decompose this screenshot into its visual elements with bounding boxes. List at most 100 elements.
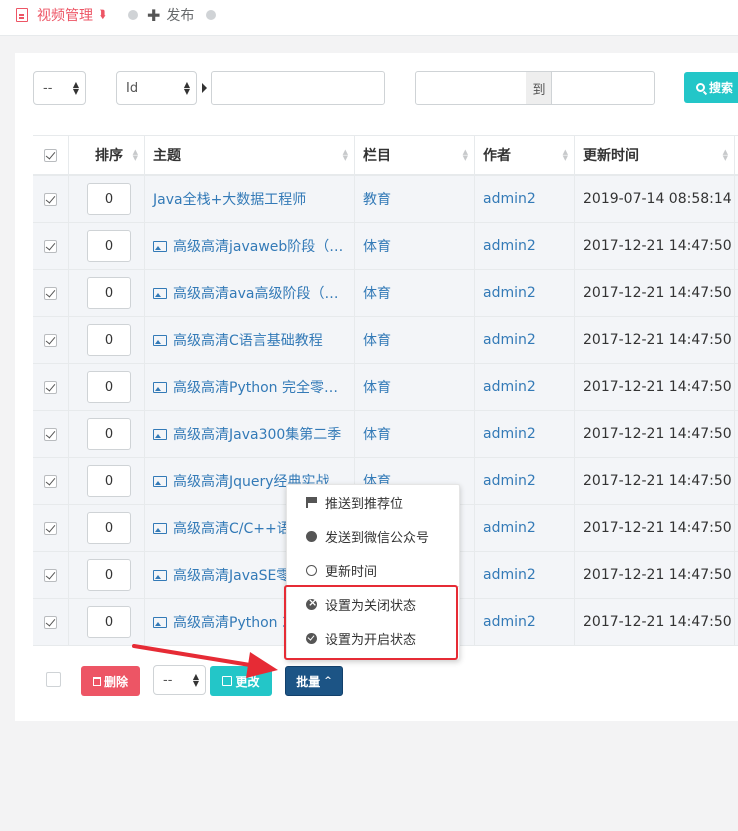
sort-order-input[interactable]: 0 — [87, 277, 131, 309]
author-link[interactable]: admin2 — [483, 285, 536, 301]
range-start-input[interactable] — [415, 71, 527, 105]
sort-order-input[interactable]: 0 — [87, 606, 131, 638]
title-link[interactable]: 高级高清Python 完全零… — [173, 377, 338, 397]
row-checkbox[interactable] — [44, 333, 57, 347]
annotation-highlight-box — [284, 585, 458, 660]
author-link[interactable]: admin2 — [483, 426, 536, 442]
bottom-select-all-checkbox[interactable] — [46, 672, 61, 687]
author-link[interactable]: admin2 — [483, 238, 536, 254]
sort-order-input[interactable]: 0 — [87, 418, 131, 450]
title-link[interactable]: 高级高清ava高级阶段（… — [173, 283, 338, 303]
title-link[interactable]: 高级高清javaweb阶段（… — [173, 236, 343, 256]
category-link[interactable]: 体育 — [363, 236, 391, 256]
header-updated[interactable]: 更新时间 ▲ ▼ — [575, 136, 735, 174]
updated-cell: 2017-12-21 14:47:50 — [575, 364, 735, 410]
header-category[interactable]: 栏目 ▲ ▼ — [355, 136, 475, 174]
title-cell: 高级高清C语言基础教程 — [145, 317, 355, 363]
select-all-checkbox[interactable] — [44, 148, 57, 162]
search-button[interactable]: 搜索 — [684, 72, 738, 103]
batch-button[interactable]: 批量 ^ — [285, 666, 343, 696]
sort-order-input[interactable]: 0 — [87, 324, 131, 356]
menu-item-update-time[interactable]: 更新时间 — [287, 553, 459, 587]
row-checkbox[interactable] — [44, 427, 57, 441]
updated-cell: 2019-07-14 08:58:14 — [575, 176, 735, 222]
updown-icon: ▲ ▼ — [72, 80, 79, 96]
sort-order-input[interactable]: 0 — [87, 465, 131, 497]
range-end-input[interactable] — [551, 71, 655, 105]
title-cell: 高级高清javaweb阶段（… — [145, 223, 355, 269]
sort-order-input[interactable]: 0 — [87, 559, 131, 591]
header-title[interactable]: 主题 ▲ ▼ — [145, 136, 355, 174]
image-icon — [153, 428, 167, 440]
updated-time: 2017-12-21 14:47:50 — [583, 614, 732, 630]
row-checkbox[interactable] — [44, 286, 57, 300]
menu-item-send-wechat[interactable]: 发送到微信公众号 — [287, 519, 459, 553]
author-cell: admin2 — [475, 458, 575, 504]
tab-video-management[interactable]: 视频管理 ⮯ — [16, 5, 106, 25]
row-checkbox[interactable] — [44, 521, 57, 535]
sort-icon: ▲ ▼ — [722, 148, 728, 162]
row-checkbox[interactable] — [44, 474, 57, 488]
row-checkbox[interactable] — [44, 192, 57, 206]
sort-order-input[interactable]: 0 — [87, 230, 131, 262]
author-link[interactable]: admin2 — [483, 567, 536, 583]
category-link[interactable]: 教育 — [363, 189, 391, 209]
row-checkbox[interactable] — [44, 380, 57, 394]
sort-cell: 0 — [69, 176, 145, 222]
category-link[interactable]: 体育 — [363, 330, 391, 350]
category-link[interactable]: 体育 — [363, 283, 391, 303]
author-link[interactable]: admin2 — [483, 379, 536, 395]
updated-cell: 2017-12-21 14:47:50 — [575, 317, 735, 363]
author-cell: admin2 — [475, 176, 575, 222]
row-checkbox[interactable] — [44, 615, 57, 629]
tab-publish-label: 发布 — [166, 8, 195, 24]
author-cell: admin2 — [475, 599, 575, 645]
annotation-arrow — [132, 644, 278, 678]
header-author[interactable]: 作者 ▲ ▼ — [475, 136, 575, 174]
keyword-input[interactable] — [211, 71, 385, 105]
image-icon — [153, 287, 167, 299]
menu-item-push-recommend[interactable]: 推送到推荐位 — [287, 485, 459, 519]
double-chevron-down-icon[interactable]: ⮯ — [99, 8, 106, 22]
updated-cell: 2017-12-21 14:47:50 — [575, 411, 735, 457]
sort-order-input[interactable]: 0 — [87, 183, 131, 215]
title-link[interactable]: 高级高清C/C++语 — [173, 518, 291, 538]
author-link[interactable]: admin2 — [483, 191, 536, 207]
title-link[interactable]: 高级高清C语言基础教程 — [173, 330, 323, 350]
header-select-all[interactable] — [33, 136, 69, 174]
title-cell: 高级高清Java300集第二季 — [145, 411, 355, 457]
title-cell: Java全栈+大数据工程师 — [145, 176, 355, 222]
clock-icon — [306, 564, 317, 576]
author-link[interactable]: admin2 — [483, 473, 536, 489]
sort-cell: 0 — [69, 317, 145, 363]
updated-time: 2017-12-21 14:47:50 — [583, 379, 732, 395]
sort-cell: 0 — [69, 552, 145, 598]
title-link[interactable]: 高级高清Python 3 — [173, 612, 291, 632]
trash-icon — [92, 676, 101, 686]
tab-publish[interactable]: ✚ 发布 — [147, 5, 194, 25]
row-checkbox[interactable] — [44, 239, 57, 253]
table-row: 0 高级高清ava高级阶段（… 体育 admin2 2017-12-21 14:47:5… — [33, 270, 738, 317]
title-link[interactable]: 高级高清JavaSE零 — [173, 565, 290, 585]
title-link[interactable]: 高级高清Java300集第二季 — [173, 424, 341, 444]
header-category-label: 栏目 — [363, 148, 391, 164]
title-link[interactable]: Java全栈+大数据工程师 — [153, 189, 306, 209]
author-cell: admin2 — [475, 411, 575, 457]
category-link[interactable]: 体育 — [363, 424, 391, 444]
image-icon — [153, 522, 167, 534]
updated-time: 2017-12-21 14:47:50 — [583, 473, 732, 489]
author-link[interactable]: admin2 — [483, 614, 536, 630]
category-cell: 教育 — [355, 176, 475, 222]
top-tab-bar: 视频管理 ⮯ ✚ 发布 — [0, 0, 738, 36]
category-link[interactable]: 体育 — [363, 377, 391, 397]
author-link[interactable]: admin2 — [483, 332, 536, 348]
row-checkbox[interactable] — [44, 568, 57, 582]
category-cell: 体育 — [355, 411, 475, 457]
sort-order-input[interactable]: 0 — [87, 512, 131, 544]
filter-select-1[interactable]: -- ▲ ▼ — [33, 71, 86, 105]
updated-time: 2017-12-21 14:47:50 — [583, 426, 732, 442]
header-sort[interactable]: 排序 ▲ ▼ — [69, 136, 145, 174]
sort-order-input[interactable]: 0 — [87, 371, 131, 403]
field-select[interactable]: Id ▲ ▼ — [116, 71, 197, 105]
author-link[interactable]: admin2 — [483, 520, 536, 536]
